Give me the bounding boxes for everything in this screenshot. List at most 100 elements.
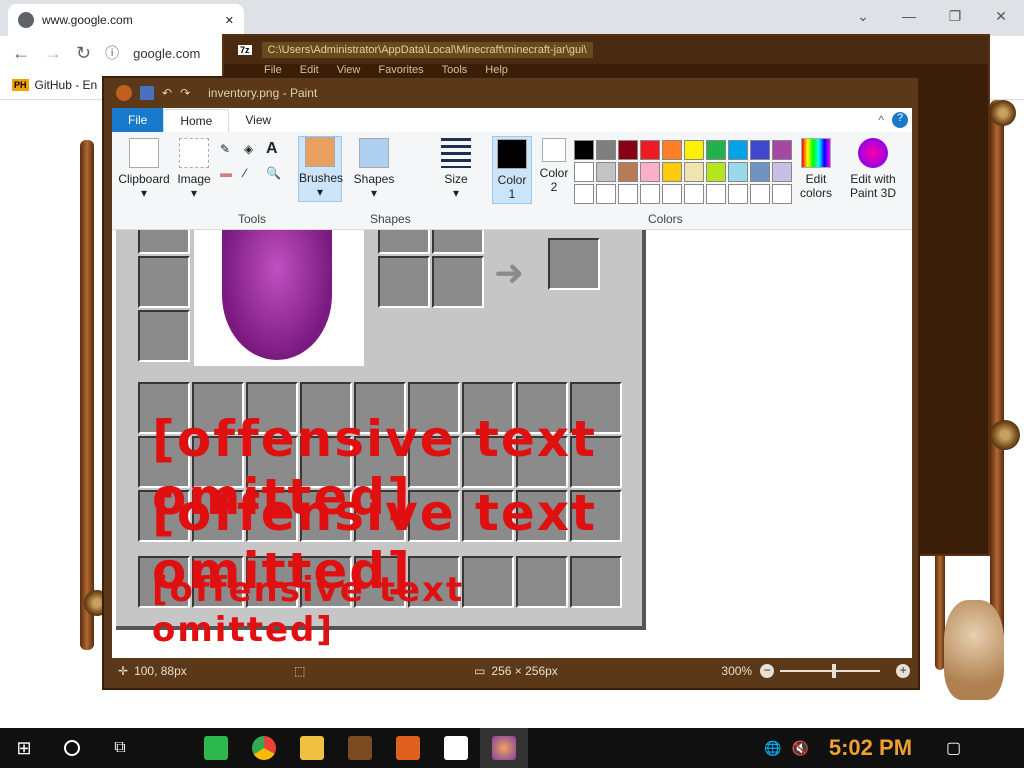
palette-swatch[interactable]: [596, 162, 616, 182]
palette-swatch[interactable]: [706, 162, 726, 182]
palette-swatch[interactable]: [750, 184, 770, 204]
start-button[interactable]: ⊞: [0, 728, 48, 768]
chrome-tab-search-icon[interactable]: ⌄: [840, 0, 886, 32]
chrome-icon: [252, 736, 276, 760]
palette-swatch[interactable]: [662, 162, 682, 182]
palette-swatch[interactable]: [772, 140, 792, 160]
palette-swatch[interactable]: [574, 184, 594, 204]
palette-swatch[interactable]: [684, 162, 704, 182]
redo-icon[interactable]: ↷: [180, 86, 190, 100]
taskbar-app-notes[interactable]: [192, 728, 240, 768]
taskbar-app-paint[interactable]: [480, 728, 528, 768]
network-icon[interactable]: 🌐: [764, 740, 781, 757]
palette-swatch[interactable]: [728, 184, 748, 204]
palette-swatch[interactable]: [706, 184, 726, 204]
color-picker-icon[interactable]: ⁄: [244, 166, 246, 180]
size-button[interactable]: Size ▾: [436, 138, 476, 200]
collapse-ribbon-icon[interactable]: ^: [878, 113, 884, 127]
crafting-slot: [378, 256, 430, 308]
palette-swatch[interactable]: [618, 184, 638, 204]
tab-title: www.google.com: [42, 13, 133, 27]
magnifier-icon[interactable]: 🔍: [266, 166, 281, 180]
fill-icon[interactable]: ◈: [244, 142, 253, 156]
paint3d-button[interactable]: Edit with Paint 3D: [844, 138, 902, 200]
search-button[interactable]: [48, 728, 96, 768]
undo-icon[interactable]: ↶: [162, 86, 172, 100]
shapes-button[interactable]: Shapes ▾: [352, 138, 396, 200]
maximize-button[interactable]: ❐: [932, 0, 978, 32]
palette-swatch[interactable]: [750, 140, 770, 160]
color1-button[interactable]: Color 1: [492, 136, 532, 204]
volume-muted-icon[interactable]: 🔇: [791, 740, 808, 757]
clipboard-button[interactable]: Clipboard ▾: [116, 138, 172, 200]
taskbar-app-minecraft[interactable]: [336, 728, 384, 768]
reload-icon[interactable]: ↻: [76, 43, 91, 64]
color2-button[interactable]: Color 2: [536, 138, 572, 194]
notification-icon[interactable]: ▢: [946, 738, 961, 758]
tab-close-icon[interactable]: ✕: [225, 14, 234, 27]
palette-swatch[interactable]: [684, 184, 704, 204]
palette-swatch[interactable]: [772, 162, 792, 182]
clock[interactable]: 5:02 PM: [829, 735, 912, 761]
sevenzip-path[interactable]: C:\Users\Administrator\AppData\Local\Min…: [261, 42, 593, 58]
palette-swatch[interactable]: [618, 140, 638, 160]
address-bar[interactable]: google.com: [133, 46, 200, 61]
brushes-button[interactable]: Brushes ▾: [298, 136, 343, 202]
tab-home[interactable]: Home: [163, 108, 230, 132]
status-bar: ✛ 100, 88px ⬚ ▭ 256 × 256px 300% − +: [112, 658, 912, 684]
zoom-out-button[interactable]: −: [760, 664, 775, 678]
palette-swatch[interactable]: [618, 162, 638, 182]
edit-colors-button[interactable]: Edit colors: [796, 138, 836, 200]
bookmark-github[interactable]: GitHub - En: [35, 78, 98, 92]
palette-swatch[interactable]: [684, 140, 704, 160]
palette-swatch[interactable]: [596, 140, 616, 160]
zoom-slider-thumb[interactable]: [832, 664, 837, 678]
palette-swatch[interactable]: [662, 140, 682, 160]
palette-swatch[interactable]: [596, 184, 616, 204]
close-button[interactable]: ✕: [978, 0, 1024, 32]
palette-swatch[interactable]: [662, 184, 682, 204]
taskbar-app-explorer[interactable]: [288, 728, 336, 768]
eraser-icon[interactable]: ▬: [220, 166, 232, 180]
pencil-icon[interactable]: ✎: [220, 142, 230, 156]
site-info-icon[interactable]: ⓘ: [105, 43, 119, 63]
inventory-image[interactable]: ➜ [offensive text omitted] [offensive te…: [116, 230, 646, 650]
zoom-slider[interactable]: [780, 664, 881, 678]
back-icon[interactable]: ←: [12, 43, 30, 64]
palette-swatch[interactable]: [772, 184, 792, 204]
gear-icon: [990, 420, 1020, 450]
palette-swatch[interactable]: [706, 140, 726, 160]
palette-swatch[interactable]: [574, 162, 594, 182]
browser-tab[interactable]: www.google.com ✕: [8, 4, 244, 36]
tab-view[interactable]: View: [229, 109, 287, 131]
palette-swatch[interactable]: [640, 184, 660, 204]
text-icon[interactable]: A: [266, 140, 278, 158]
image-button[interactable]: Image ▾: [174, 138, 214, 200]
taskbar-app-java[interactable]: [384, 728, 432, 768]
minimize-button[interactable]: —: [886, 0, 932, 32]
armor-slot: [138, 310, 190, 362]
taskbar: ⊞ ⧉ 🌐 🔇 5:02 PM ▢: [0, 728, 1024, 768]
palette-swatch[interactable]: [574, 140, 594, 160]
palette-swatch[interactable]: [640, 162, 660, 182]
palette-swatch[interactable]: [728, 162, 748, 182]
notes-icon: [204, 736, 228, 760]
tab-file[interactable]: File: [112, 108, 164, 132]
palette-swatch[interactable]: [728, 140, 748, 160]
window-title: inventory.png - Paint: [208, 86, 318, 100]
palette-swatch[interactable]: [640, 140, 660, 160]
task-view-button[interactable]: ⧉: [96, 728, 144, 768]
dropdown-icon: ▾: [316, 185, 324, 199]
java-icon: [396, 736, 420, 760]
canvas-area[interactable]: ➜ [offensive text omitted] [offensive te…: [112, 230, 912, 658]
save-icon[interactable]: [140, 86, 154, 100]
taskbar-app-chrome[interactable]: [240, 728, 288, 768]
help-icon[interactable]: ?: [892, 112, 908, 128]
forward-icon[interactable]: →: [44, 43, 62, 64]
bookmark-icon: PH: [12, 78, 29, 91]
palette-swatch[interactable]: [750, 162, 770, 182]
character-preview: [194, 230, 364, 366]
taskbar-app-7zip[interactable]: [432, 728, 480, 768]
image-size-icon: ▭: [474, 664, 486, 678]
zoom-in-button[interactable]: +: [896, 664, 911, 678]
